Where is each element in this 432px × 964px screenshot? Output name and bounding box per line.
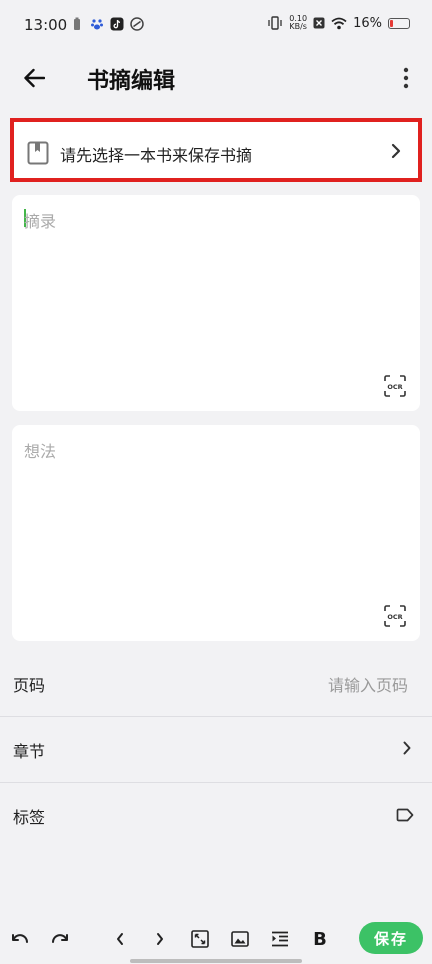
redo-button[interactable] [49, 928, 71, 950]
wifi-icon [331, 17, 347, 29]
home-indicator [130, 959, 302, 963]
vibrate-icon [268, 16, 282, 30]
network-speed: 0.10 KB/s [289, 15, 307, 31]
bold-button[interactable]: B [309, 928, 331, 950]
ocr-scan-icon[interactable]: OCR [384, 605, 406, 627]
chevron-right-icon [157, 933, 163, 945]
chevron-right-icon [403, 741, 411, 755]
select-book-label: 请先选择一本书来保存书摘 [60, 146, 253, 165]
expand-button[interactable] [189, 928, 211, 950]
page-number-row[interactable]: 页码 请输入页码 [0, 650, 432, 717]
insert-image-button[interactable] [229, 928, 251, 950]
arrow-left-icon [24, 68, 45, 88]
battery-level-fill [390, 19, 393, 27]
tag-label: 标签 [13, 808, 46, 827]
chapter-label: 章节 [13, 742, 46, 761]
previous-button[interactable] [109, 928, 131, 950]
more-vertical-icon [403, 67, 409, 89]
battery-percent: 16% [353, 15, 382, 31]
undo-button[interactable] [9, 928, 31, 950]
page-number-input[interactable]: 请输入页码 [328, 672, 408, 696]
sim-blocked-icon [313, 17, 325, 29]
indent-icon [272, 931, 288, 947]
ocr-scan-icon[interactable]: OCR [384, 375, 406, 397]
page-number-label: 页码 [13, 676, 46, 695]
network-speed-unit: KB/s [289, 22, 307, 31]
undo-icon [12, 934, 28, 943]
chevron-right-icon [391, 143, 401, 159]
more-options-button[interactable] [394, 62, 418, 94]
book-icon [27, 141, 49, 165]
sync-app-icon [130, 17, 144, 31]
redo-icon [52, 934, 68, 943]
baidu-paw-icon [91, 19, 103, 30]
save-button[interactable]: 保存 [359, 922, 423, 954]
expand-icon [191, 930, 209, 948]
tiktok-icon [110, 17, 124, 31]
excerpt-placeholder: 摘录 [24, 212, 57, 231]
ocr-label: OCR [387, 613, 402, 621]
tag-row[interactable]: 标签 [0, 782, 432, 848]
image-icon [231, 931, 249, 947]
app-bar: 书摘编辑 [0, 52, 432, 102]
status-system-icons: 0.10 KB/s 16% [267, 15, 410, 31]
status-notification-icons [70, 17, 144, 31]
battery-icon [388, 17, 410, 29]
ocr-label: OCR [387, 383, 402, 391]
excerpt-input[interactable]: 摘录 OCR [12, 195, 420, 411]
indent-button[interactable] [269, 928, 291, 950]
chapter-row[interactable]: 章节 [0, 716, 432, 783]
thoughts-input[interactable]: 想法 OCR [12, 425, 420, 641]
next-button[interactable] [149, 928, 171, 950]
status-bar: 13:00 0.10 KB/s 16% [0, 0, 432, 52]
battery-saver-icon [74, 17, 80, 30]
back-button[interactable] [18, 62, 50, 94]
tag-icon [396, 808, 414, 822]
thoughts-placeholder: 想法 [24, 442, 57, 461]
page-title: 书摘编辑 [87, 69, 176, 94]
chevron-left-icon [117, 933, 123, 945]
status-time: 13:00 [24, 16, 68, 34]
select-book-button[interactable]: 请先选择一本书来保存书摘 [10, 118, 422, 182]
